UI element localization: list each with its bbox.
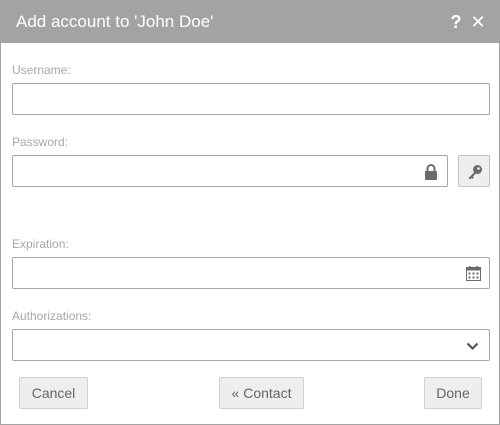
- title-user-name: John Doe: [137, 12, 211, 31]
- expiration-field-box: [12, 257, 490, 289]
- dialog-title: Add account to 'John Doe': [16, 12, 213, 32]
- expiration-label: Expiration:: [12, 237, 69, 251]
- authorizations-select[interactable]: [12, 329, 490, 361]
- title-suffix: ': [210, 12, 214, 31]
- password-input[interactable]: [13, 156, 447, 186]
- username-label: Username:: [12, 63, 71, 77]
- key-icon: [468, 165, 482, 180]
- username-input[interactable]: [13, 84, 489, 114]
- chevron-down-icon: [466, 339, 480, 353]
- lock-icon: [424, 164, 438, 180]
- password-label: Password:: [12, 135, 69, 149]
- add-account-dialog: Add account to 'John Doe' ? ✕ Username: …: [0, 0, 500, 425]
- dialog-titlebar: Add account to 'John Doe' ? ✕: [1, 1, 499, 43]
- contact-button[interactable]: « Contact: [219, 377, 304, 409]
- done-button[interactable]: Done: [424, 377, 482, 409]
- title-prefix: Add account to ': [16, 12, 138, 31]
- username-field-box: [12, 83, 490, 115]
- calendar-icon[interactable]: [466, 266, 481, 281]
- close-icon[interactable]: ✕: [469, 11, 487, 33]
- password-field-box: [12, 155, 448, 187]
- cancel-button[interactable]: Cancel: [19, 377, 88, 409]
- expiration-input[interactable]: [13, 258, 489, 288]
- help-icon[interactable]: ?: [447, 11, 465, 33]
- generate-password-button[interactable]: [458, 155, 490, 187]
- authorizations-label: Authorizations:: [12, 309, 92, 323]
